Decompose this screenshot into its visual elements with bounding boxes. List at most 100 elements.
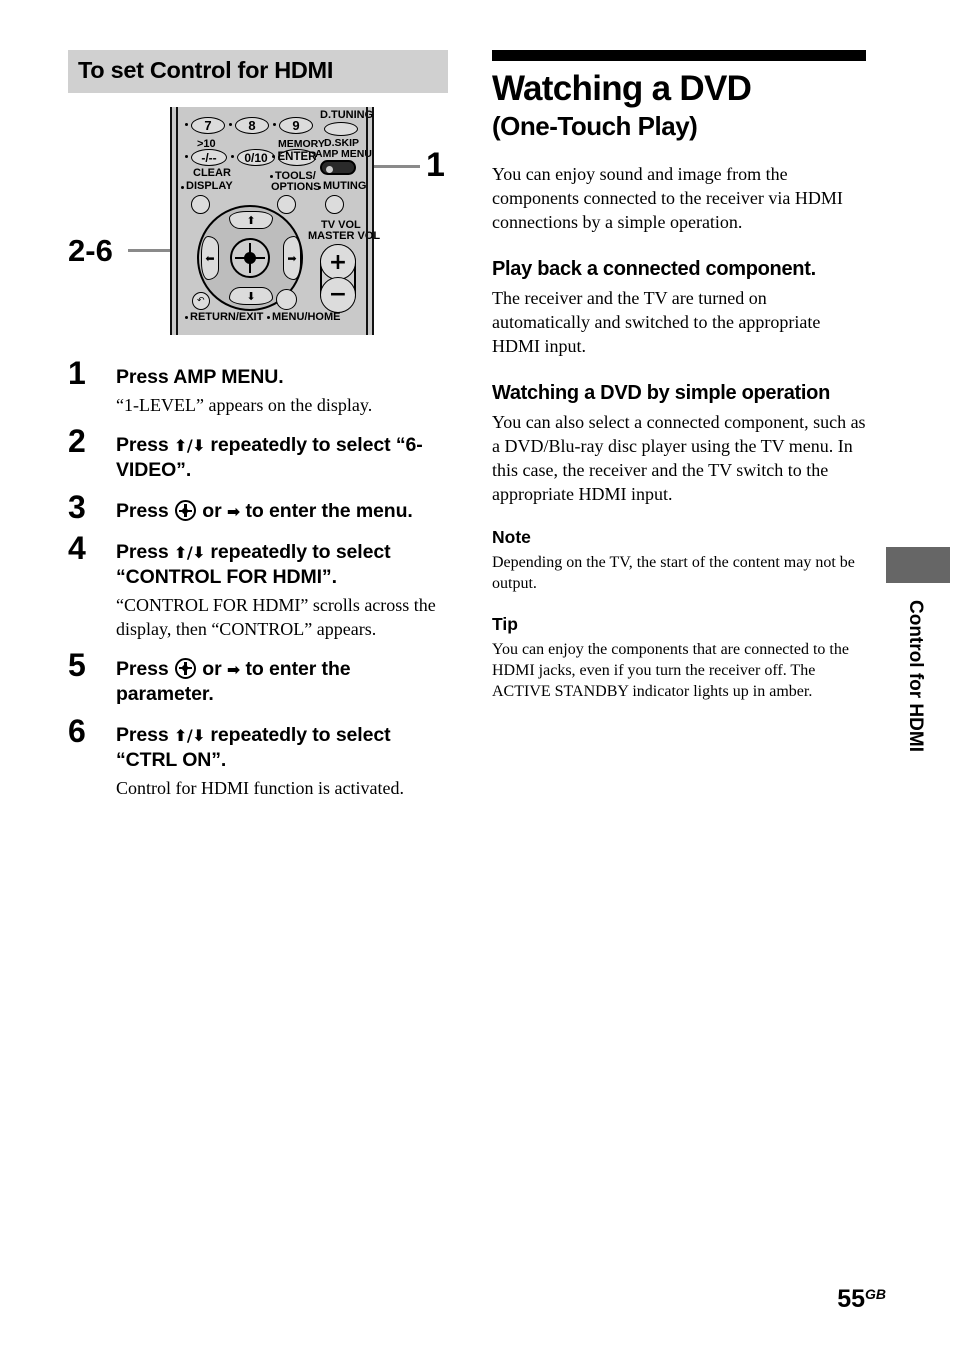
dot-marker xyxy=(318,186,322,190)
step-1-body: “1-LEVEL” appears on the display. xyxy=(116,394,373,415)
up-down-arrows-icon: ⬆/⬇ xyxy=(173,725,206,745)
remote-key-muting[interactable] xyxy=(325,195,344,214)
step-2-number: 2 xyxy=(68,423,86,460)
step-3-title-post: to enter the menu. xyxy=(240,500,413,523)
dot-marker xyxy=(267,316,271,320)
side-tab-block xyxy=(886,547,950,583)
step-2-title-pre: Press xyxy=(116,434,174,457)
step-6-title: Press ⬆/⬇ repeatedly to select “CTRL ON”… xyxy=(116,723,448,773)
callout-steps-2-6: 2-6 xyxy=(68,233,113,268)
dpad-down-button[interactable]: ⬇ xyxy=(229,287,273,305)
dpad-left-button[interactable]: ⬅ xyxy=(201,236,219,280)
remote-label-dtuning: D.TUNING xyxy=(320,109,374,121)
step-1-title: Press AMP MENU. xyxy=(116,366,284,388)
dpad-right-button[interactable]: ➡ xyxy=(283,236,301,280)
section-heading-bar: To set Control for HDMI xyxy=(68,50,448,93)
chapter-subtitle: (One-Touch Play) xyxy=(492,110,698,141)
heading-simple-operation: Watching a DVD by simple operation xyxy=(492,382,830,405)
step-1-number: 1 xyxy=(68,355,86,391)
step-3: 3 Press or ➡ to enter the menu. xyxy=(68,491,448,524)
remote-label-options: OPTIONS xyxy=(271,181,321,193)
step-6-number: 6 xyxy=(68,712,86,749)
volume-down-button[interactable]: − xyxy=(320,277,356,313)
remote-body: 7 8 9 D.TUNING >10 -/-- CLEAR 0/10 MEMOR… xyxy=(170,107,380,335)
enter-button-icon xyxy=(174,657,196,679)
dot-marker xyxy=(270,175,274,179)
remote-key-display[interactable] xyxy=(191,195,210,214)
remote-key-dtuning[interactable] xyxy=(324,122,358,136)
remote-key-enter[interactable]: ENTER xyxy=(278,149,317,166)
page-footer: 55GB xyxy=(837,1285,886,1314)
dot-marker xyxy=(229,123,233,127)
side-tab-label: Control for HDMI xyxy=(905,600,926,752)
dot-marker xyxy=(231,155,235,159)
step-3-title: Press or ➡ to enter the menu. xyxy=(116,499,448,524)
dpad-up-button[interactable]: ⬆ xyxy=(229,211,273,229)
left-column: To set Control for HDMI 2-6 1 7 8 9 D.TU… xyxy=(68,50,448,800)
step-3-title-pre: Press xyxy=(116,500,174,523)
up-down-arrows-icon: ⬆/⬇ xyxy=(173,436,206,456)
remote-label-muting: MUTING xyxy=(323,180,367,192)
step-5-number: 5 xyxy=(68,646,86,683)
remote-key-menu-home[interactable] xyxy=(276,289,297,310)
remote-key-return-exit[interactable]: ↶ xyxy=(192,292,210,310)
step-4: 4 Press ⬆/⬇ repeatedly to select “CONTRO… xyxy=(68,532,448,641)
volume-up-button[interactable]: + xyxy=(320,244,356,280)
step-5-title-mid: or xyxy=(196,657,227,680)
remote-label-return-exit: RETURN/EXIT xyxy=(190,311,264,323)
dpad-enter-button[interactable] xyxy=(230,238,270,278)
remote-key-minus-slash[interactable]: -/-- xyxy=(191,149,227,166)
remote-label-menu-home: MENU/HOME xyxy=(272,311,341,323)
remote-key-0-10[interactable]: 0/10 xyxy=(237,149,275,166)
right-arrow-icon: ➡ xyxy=(226,502,241,522)
remote-key-7[interactable]: 7 xyxy=(191,117,225,134)
up-down-arrows-icon: ⬆/⬇ xyxy=(173,543,206,563)
remote-key-8[interactable]: 8 xyxy=(235,117,269,134)
step-1: 1 Press AMP MENU. “1-LEVEL” appears on t… xyxy=(68,357,448,417)
enter-center-dot xyxy=(244,252,256,264)
dot-marker xyxy=(185,316,189,320)
remote-control-figure: 2-6 1 7 8 9 D.TUNING >10 -/-- CLEAR 0/10… xyxy=(68,107,448,347)
remote-key-tools-options[interactable] xyxy=(277,195,296,214)
remote-key-amp-menu-highlighted[interactable] xyxy=(320,160,356,175)
note-paragraph: Depending on the TV, the start of the co… xyxy=(492,553,855,592)
remote-label-clear: CLEAR xyxy=(193,167,231,179)
chapter-title: Watching a DVD xyxy=(492,69,752,108)
enter-button-icon xyxy=(174,500,196,522)
remote-label-ampmenu: AMP MENU xyxy=(315,148,372,160)
page-region-code: GB xyxy=(865,1286,886,1302)
heading-play-back: Play back a connected component. xyxy=(492,258,816,281)
step-2-title: Press ⬆/⬇ repeatedly to select “6-VIDEO”… xyxy=(116,433,448,483)
page-number: 55 xyxy=(837,1285,865,1313)
step-5-title-pre: Press xyxy=(116,657,174,680)
step-4-body: “CONTROL FOR HDMI” scrolls across the di… xyxy=(116,595,436,639)
callout-step-1: 1 xyxy=(426,146,445,184)
intro-paragraph: You can enjoy sound and image from the c… xyxy=(492,164,843,233)
step-3-number: 3 xyxy=(68,489,86,526)
right-arrow-icon: ➡ xyxy=(226,659,241,679)
remote-key-9[interactable]: 9 xyxy=(279,117,313,134)
playback-paragraph: The receiver and the TV are turned on au… xyxy=(492,288,821,357)
plus-icon: + xyxy=(328,250,348,275)
right-column: Watching a DVD (One-Touch Play) You can … xyxy=(492,50,868,702)
minus-icon: − xyxy=(328,282,348,307)
remote-label-dskip: D.SKIP xyxy=(324,137,360,149)
step-6-body: Control for HDMI function is activated. xyxy=(116,777,404,798)
step-4-title: Press ⬆/⬇ repeatedly to select “CONTROL … xyxy=(116,540,448,590)
step-4-number: 4 xyxy=(68,530,86,567)
step-4-title-pre: Press xyxy=(116,541,174,564)
amp-menu-highlight-dot xyxy=(326,166,333,173)
note-label: Note xyxy=(492,526,531,547)
remote-label-master-vol: MASTER VOL xyxy=(308,230,381,242)
chapter-rule xyxy=(492,50,866,61)
step-2: 2 Press ⬆/⬇ repeatedly to select “6-VIDE… xyxy=(68,425,448,483)
dot-marker xyxy=(185,155,189,159)
step-6: 6 Press ⬆/⬇ repeatedly to select “CTRL O… xyxy=(68,715,448,800)
tip-label: Tip xyxy=(492,613,518,634)
step-6-title-pre: Press xyxy=(116,723,174,746)
dot-marker xyxy=(185,123,189,127)
tip-paragraph: You can enjoy the components that are co… xyxy=(492,640,849,701)
dot-marker xyxy=(273,123,277,127)
dot-marker xyxy=(181,186,185,190)
return-arrow-icon: ↶ xyxy=(197,296,205,306)
